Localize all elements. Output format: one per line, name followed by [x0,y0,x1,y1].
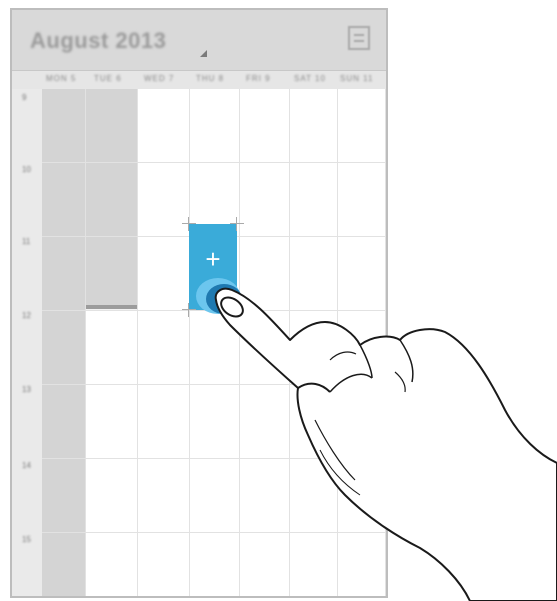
pointing-hand-illustration [214,287,557,601]
